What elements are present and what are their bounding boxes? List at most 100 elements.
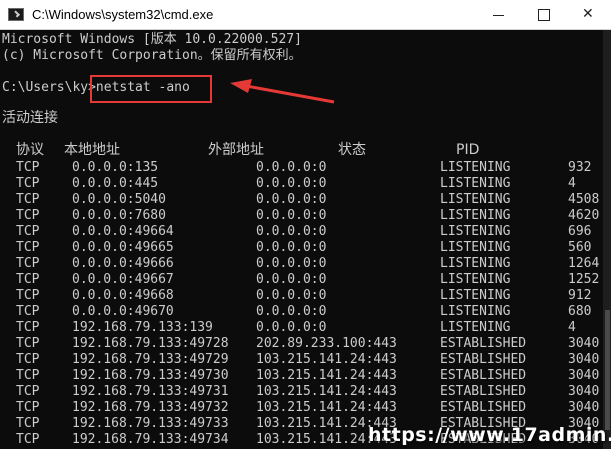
cell-pid: 3040 [568, 400, 600, 415]
maximize-button[interactable] [521, 0, 567, 30]
cell-foreign-address: 0.0.0.0:0 [256, 208, 327, 223]
cell-protocol: TCP [16, 352, 40, 367]
minimize-button[interactable] [475, 0, 521, 30]
cell-state: LISTENING [440, 160, 511, 175]
cell-local-address: 192.168.79.133:49729 [72, 352, 229, 367]
minimize-icon [493, 15, 504, 16]
cell-state: LISTENING [440, 208, 511, 223]
cell-local-address: 192.168.79.133:49732 [72, 400, 229, 415]
cell-state: LISTENING [440, 176, 511, 191]
cell-state: ESTABLISHED [440, 384, 527, 399]
cell-state: LISTENING [440, 304, 511, 319]
cell-state: LISTENING [440, 224, 511, 239]
cell-protocol: TCP [16, 272, 40, 287]
header-foreign-address: 外部地址 [208, 142, 264, 158]
cell-local-address: 192.168.79.133:49734 [72, 432, 229, 447]
cell-state: LISTENING [440, 288, 511, 303]
cell-foreign-address: 0.0.0.0:0 [256, 304, 327, 319]
cell-state: ESTABLISHED [440, 368, 527, 383]
cell-local-address: 192.168.79.133:49733 [72, 416, 229, 431]
cell-pid: 3040 [568, 336, 600, 351]
cell-local-address: 192.168.79.133:49730 [72, 368, 229, 383]
cell-protocol: TCP [16, 256, 40, 271]
cell-local-address: 192.168.79.133:49728 [72, 336, 229, 351]
cell-local-address: 0.0.0.0:49665 [72, 240, 174, 255]
cell-foreign-address: 0.0.0.0:0 [256, 256, 327, 271]
cell-local-address: 192.168.79.133:139 [72, 320, 213, 335]
banner-copyright-line: (c) Microsoft Corporation。保留所有权利。 [2, 48, 302, 63]
cell-local-address: 192.168.79.133:49731 [72, 384, 229, 399]
section-title: 活动连接 [2, 110, 58, 126]
cell-state: ESTABLISHED [440, 400, 527, 415]
cell-state: LISTENING [440, 240, 511, 255]
scrollbar-thumb[interactable] [605, 310, 610, 430]
cell-protocol: TCP [16, 160, 40, 175]
cell-local-address: 0.0.0.0:49667 [72, 272, 174, 287]
cell-local-address: 0.0.0.0:445 [72, 176, 159, 191]
cell-foreign-address: 103.215.141.24:443 [256, 352, 397, 367]
cell-state: LISTENING [440, 256, 511, 271]
command-highlight-box [90, 75, 212, 103]
header-protocol: 协议 [16, 142, 44, 158]
window-title: C:\Windows\system32\cmd.exe [32, 7, 214, 22]
cell-state: ESTABLISHED [440, 352, 527, 367]
cell-pid: 680 [568, 304, 592, 319]
cell-foreign-address: 0.0.0.0:0 [256, 320, 327, 335]
cell-pid: 932 [568, 160, 592, 175]
cell-pid: 696 [568, 224, 592, 239]
cell-protocol: TCP [16, 416, 40, 431]
cell-local-address: 0.0.0.0:49670 [72, 304, 174, 319]
cmd-app-icon [8, 8, 24, 21]
cell-pid: 4 [568, 176, 576, 191]
cell-foreign-address: 0.0.0.0:0 [256, 224, 327, 239]
cell-foreign-address: 103.215.141.24:443 [256, 400, 397, 415]
cell-foreign-address: 202.89.233.100:443 [256, 336, 397, 351]
cell-protocol: TCP [16, 208, 40, 223]
cell-state: LISTENING [440, 320, 511, 335]
title-bar[interactable]: C:\Windows\system32\cmd.exe ✕ [0, 0, 611, 30]
cell-protocol: TCP [16, 400, 40, 415]
cell-protocol: TCP [16, 432, 40, 447]
cell-foreign-address: 0.0.0.0:0 [256, 288, 327, 303]
close-button[interactable]: ✕ [567, 0, 611, 30]
cell-pid: 3040 [568, 368, 600, 383]
cell-pid: 560 [568, 240, 592, 255]
cell-protocol: TCP [16, 304, 40, 319]
cell-local-address: 0.0.0.0:135 [72, 160, 159, 175]
prompt-path: C:\Users\ky [2, 80, 89, 95]
red-arrow-icon [230, 79, 335, 104]
cell-protocol: TCP [16, 368, 40, 383]
cell-foreign-address: 0.0.0.0:0 [256, 192, 327, 207]
cell-local-address: 0.0.0.0:5040 [72, 192, 166, 207]
cell-pid: 1264 [568, 256, 600, 271]
cell-pid: 1252 [568, 272, 600, 287]
cell-protocol: TCP [16, 320, 40, 335]
cell-foreign-address: 103.215.141.24:443 [256, 368, 397, 383]
cell-foreign-address: 0.0.0.0:0 [256, 240, 327, 255]
cell-local-address: 0.0.0.0:49664 [72, 224, 174, 239]
cell-state: LISTENING [440, 272, 511, 287]
cell-pid: 4620 [568, 208, 600, 223]
header-local-address: 本地地址 [64, 142, 120, 158]
close-icon: ✕ [582, 6, 594, 22]
cell-protocol: TCP [16, 288, 40, 303]
cell-protocol: TCP [16, 240, 40, 255]
maximize-icon [538, 9, 550, 21]
cell-protocol: TCP [16, 176, 40, 191]
header-state: 状态 [338, 142, 366, 158]
cell-foreign-address: 0.0.0.0:0 [256, 272, 327, 287]
cell-local-address: 0.0.0.0:7680 [72, 208, 166, 223]
header-pid: PID [456, 142, 480, 158]
cell-pid: 4508 [568, 192, 600, 207]
cell-local-address: 0.0.0.0:49666 [72, 256, 174, 271]
cell-pid: 3040 [568, 384, 600, 399]
cell-pid: 912 [568, 288, 592, 303]
cell-protocol: TCP [16, 384, 40, 399]
watermark: https://www.17admin.cc [368, 424, 611, 446]
cell-foreign-address: 103.215.141.24:443 [256, 384, 397, 399]
scrollbar[interactable] [603, 30, 611, 449]
cell-foreign-address: 0.0.0.0:0 [256, 176, 327, 191]
cell-state: ESTABLISHED [440, 336, 527, 351]
banner-version-line: Microsoft Windows [版本 10.0.22000.527] [2, 32, 302, 47]
cell-protocol: TCP [16, 192, 40, 207]
